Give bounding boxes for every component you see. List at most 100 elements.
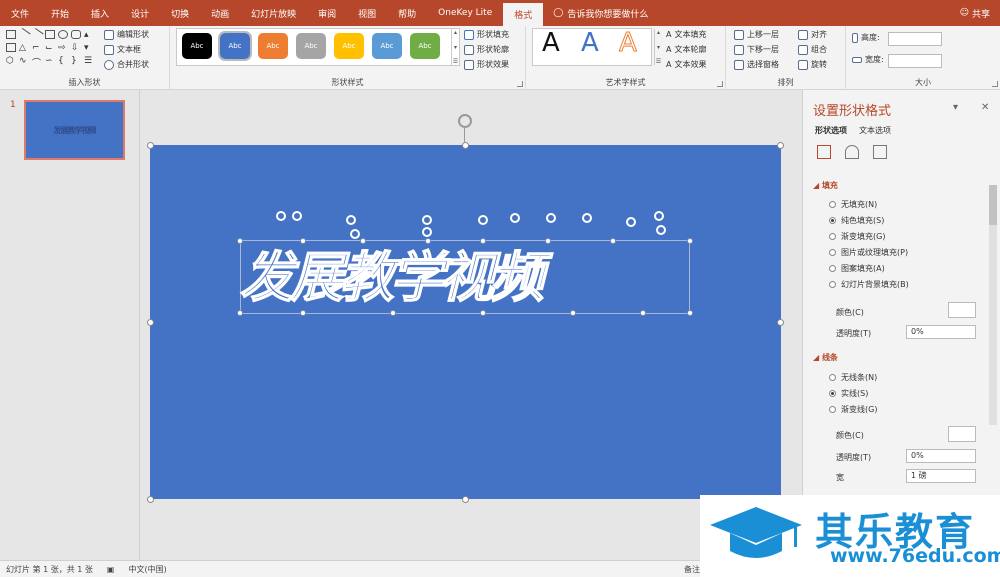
scroll-up-icon[interactable]: ▴ bbox=[454, 29, 457, 36]
edit-shape-button[interactable]: 编辑形状 bbox=[104, 29, 149, 40]
char-rotate-icon[interactable] bbox=[656, 225, 666, 235]
merge-shapes-button[interactable]: 合并形状 bbox=[104, 59, 149, 70]
tab-view[interactable]: 视图 bbox=[347, 0, 387, 26]
slide[interactable]: 发展教学视频 bbox=[150, 145, 781, 499]
hexagon-shape[interactable]: ⬡ bbox=[6, 56, 16, 66]
fill-option-solid[interactable]: 纯色填充(S) bbox=[829, 215, 884, 226]
wordart-blue[interactable]: A bbox=[581, 28, 599, 58]
oval-shape[interactable] bbox=[58, 30, 68, 39]
char-rotate-icon[interactable] bbox=[510, 213, 520, 223]
style-gallery-scroll[interactable]: ▴ ▾ ☰ bbox=[451, 29, 459, 65]
tab-format[interactable]: 格式 bbox=[503, 3, 544, 26]
shape-style-green[interactable]: Abc bbox=[410, 33, 440, 59]
text-handle[interactable] bbox=[610, 238, 616, 244]
text-handle[interactable] bbox=[390, 310, 396, 316]
elbow2-shape[interactable]: ⌙ bbox=[45, 43, 55, 53]
text-box-button[interactable]: 文本框 bbox=[104, 44, 141, 55]
fill-color-picker[interactable] bbox=[948, 302, 976, 318]
line-shape[interactable] bbox=[17, 27, 31, 42]
line-option-none[interactable]: 无线条(N) bbox=[829, 372, 877, 383]
shape-fill-button[interactable]: 形状填充 bbox=[464, 29, 509, 40]
text-handle[interactable] bbox=[300, 238, 306, 244]
shape-gallery[interactable]: ▴ △ ⌐ ⌙ ⇨ ⇩ ▾ ⬡ ∿ ⌒ ∽ { } ☰ bbox=[6, 27, 94, 70]
wave-shape[interactable]: ∽ bbox=[45, 56, 55, 66]
char-rotate-icon[interactable] bbox=[478, 215, 488, 225]
char-rotate-icon[interactable] bbox=[350, 229, 360, 239]
line-option-solid[interactable]: 实线(S) bbox=[829, 388, 868, 399]
char-rotate-icon[interactable] bbox=[276, 211, 286, 221]
wordart-orange-outline[interactable]: A bbox=[619, 28, 638, 59]
shape-outline-button[interactable]: 形状轮廓 bbox=[464, 44, 509, 55]
rotate-handle-icon[interactable] bbox=[458, 114, 472, 128]
tab-slideshow[interactable]: 幻灯片放映 bbox=[240, 0, 307, 26]
text-handle[interactable] bbox=[687, 310, 693, 316]
dialog-launcher-icon[interactable] bbox=[992, 81, 998, 87]
send-backward-button[interactable]: 下移一层 bbox=[734, 44, 779, 55]
share-button[interactable]: ☺ 共享 bbox=[960, 0, 1000, 26]
pane-scrollbar-thumb[interactable] bbox=[989, 185, 997, 225]
resize-handle-top[interactable] bbox=[462, 142, 469, 149]
resize-handle-top-left[interactable] bbox=[147, 142, 154, 149]
tab-shape-options[interactable]: 形状选项 bbox=[815, 125, 847, 136]
shape-style-blue[interactable]: Abc bbox=[218, 31, 252, 61]
resize-handle-left[interactable] bbox=[147, 319, 154, 326]
shape-effects-button[interactable]: 形状效果 bbox=[464, 59, 509, 70]
pane-close-icon[interactable]: ✕ bbox=[981, 102, 989, 113]
expand-gallery-icon[interactable]: ☰ bbox=[453, 58, 458, 65]
text-outline-button[interactable]: A 文本轮廓 bbox=[666, 44, 706, 55]
fill-option-slide-bg[interactable]: 幻灯片背景填充(B) bbox=[829, 279, 909, 290]
char-rotate-icon[interactable] bbox=[546, 213, 556, 223]
text-handle[interactable] bbox=[545, 238, 551, 244]
text-handle[interactable] bbox=[237, 238, 243, 244]
fill-line-icon[interactable] bbox=[817, 145, 831, 159]
arrow-line-shape[interactable] bbox=[30, 27, 44, 42]
text-handle[interactable] bbox=[360, 238, 366, 244]
fill-option-none[interactable]: 无填充(N) bbox=[829, 199, 877, 210]
brace-left-shape[interactable]: { bbox=[58, 56, 68, 66]
scroll-down-icon[interactable]: ▾ bbox=[84, 43, 94, 53]
text-handle[interactable] bbox=[480, 238, 486, 244]
tab-review[interactable]: 审阅 bbox=[307, 0, 347, 26]
char-rotate-icon[interactable] bbox=[422, 227, 432, 237]
down-arrow-shape[interactable]: ⇩ bbox=[71, 43, 81, 53]
slide-title-wordart[interactable]: 发展教学视频 bbox=[239, 240, 690, 314]
dialog-launcher-icon[interactable] bbox=[517, 81, 523, 87]
text-handle[interactable] bbox=[480, 310, 486, 316]
dialog-launcher-icon[interactable] bbox=[717, 81, 723, 87]
line-section-header[interactable]: ◢ 线条 bbox=[813, 352, 838, 363]
char-rotate-icon[interactable] bbox=[654, 211, 664, 221]
language-status[interactable]: 中文(中国) bbox=[128, 564, 166, 575]
line-transparency-input[interactable]: 0% bbox=[906, 449, 976, 463]
right-arrow-shape[interactable]: ⇨ bbox=[58, 43, 68, 53]
arc-shape[interactable]: ⌒ bbox=[32, 56, 42, 69]
text-fill-button[interactable]: A 文本填充 bbox=[666, 29, 706, 40]
tab-insert[interactable]: 插入 bbox=[80, 0, 120, 26]
shape-style-gray[interactable]: Abc bbox=[296, 33, 326, 59]
line-width-input[interactable]: 1 磅 bbox=[906, 469, 976, 483]
text-handle[interactable] bbox=[425, 238, 431, 244]
text-box-shape[interactable] bbox=[6, 30, 16, 39]
fill-option-gradient[interactable]: 渐变填充(G) bbox=[829, 231, 885, 242]
resize-handle-right[interactable] bbox=[777, 319, 784, 326]
wordart-gallery-scroll[interactable]: ▴ ▾ ☰ bbox=[654, 29, 662, 65]
fill-option-picture[interactable]: 图片或纹理填充(P) bbox=[829, 247, 908, 258]
text-effects-button[interactable]: A 文本效果 bbox=[666, 59, 706, 70]
elbow-shape[interactable]: ⌐ bbox=[32, 43, 42, 53]
line-color-picker[interactable] bbox=[948, 426, 976, 442]
expand-gallery-icon[interactable]: ☰ bbox=[656, 58, 661, 65]
width-input[interactable] bbox=[888, 54, 942, 68]
tab-transitions[interactable]: 切换 bbox=[160, 0, 200, 26]
text-handle[interactable] bbox=[300, 310, 306, 316]
char-rotate-icon[interactable] bbox=[582, 213, 592, 223]
shape-style-black[interactable]: Abc bbox=[182, 33, 212, 59]
tab-design[interactable]: 设计 bbox=[120, 0, 160, 26]
tab-text-options[interactable]: 文本选项 bbox=[859, 125, 891, 136]
char-rotate-icon[interactable] bbox=[292, 211, 302, 221]
brace-right-shape[interactable]: } bbox=[71, 56, 81, 66]
text-handle[interactable] bbox=[640, 310, 646, 316]
scroll-down-icon[interactable]: ▾ bbox=[454, 44, 457, 51]
resize-handle-bottom-left[interactable] bbox=[147, 496, 154, 503]
height-input[interactable] bbox=[888, 32, 942, 46]
align-button[interactable]: 对齐 bbox=[798, 29, 827, 40]
group-button[interactable]: 组合 bbox=[798, 44, 827, 55]
